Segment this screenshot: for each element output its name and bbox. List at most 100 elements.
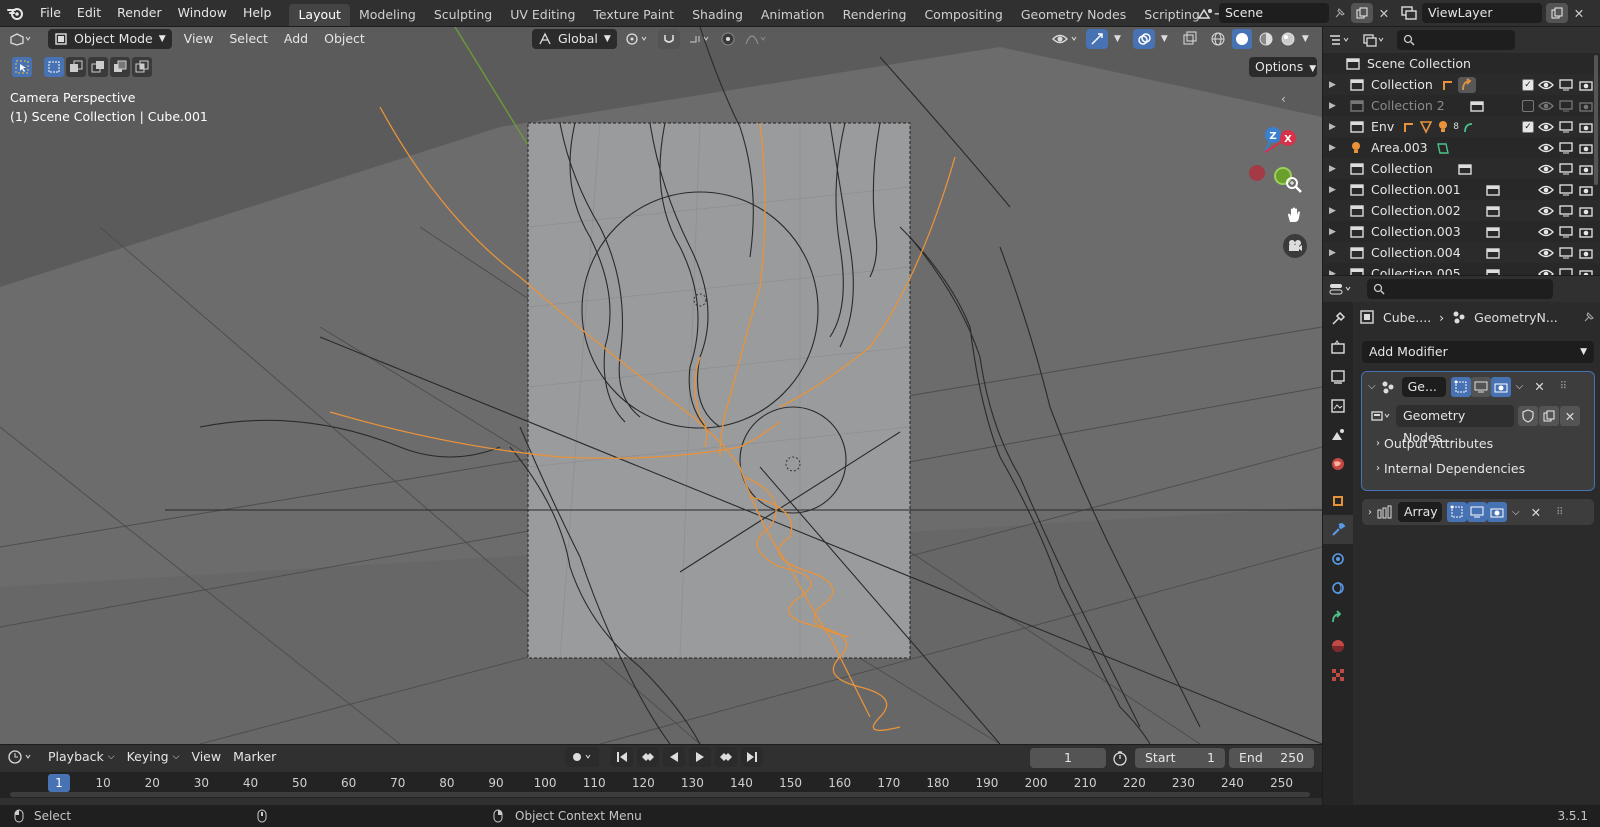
select-new-icon[interactable] — [44, 57, 64, 77]
drag-handle-icon[interactable]: ⠿ — [1556, 507, 1563, 518]
tab-texture-paint[interactable]: Texture Paint — [584, 4, 683, 26]
collapse-sidebar-icon[interactable]: ‹ — [1281, 92, 1301, 106]
modifiers-tab-icon[interactable] — [1323, 515, 1353, 544]
timeline-menu-marker[interactable]: Marker — [227, 747, 282, 767]
current-frame-field[interactable]: 1 — [1030, 748, 1106, 768]
expand-arrow-icon[interactable]: ▶ — [1329, 164, 1349, 174]
record-keyframe-icon[interactable] — [565, 747, 599, 767]
timeline-ruler[interactable]: 1 10 20 30 40 50 60 70 80 90 100 110 120 130 140 150 16… — [0, 772, 1322, 798]
camera-view-icon[interactable] — [1283, 234, 1307, 258]
select-tool-icon[interactable] — [12, 57, 32, 77]
properties-search-input[interactable] — [1367, 279, 1553, 299]
play-icon[interactable] — [689, 747, 711, 767]
monitor-icon[interactable] — [1558, 267, 1574, 275]
timeline-menu-view[interactable]: View — [185, 747, 227, 767]
tool-tab-icon[interactable] — [1323, 304, 1353, 333]
overlays-toggle-icon[interactable] — [1132, 29, 1155, 49]
scene-icon[interactable] — [1193, 6, 1219, 20]
shading-dropdown-icon[interactable]: ▼ — [1302, 34, 1309, 44]
solid-shading-icon[interactable] — [1231, 29, 1252, 49]
tab-uv-editing[interactable]: UV Editing — [501, 4, 584, 26]
outliner-scrollbar[interactable] — [1594, 55, 1598, 185]
monitor-icon[interactable] — [1558, 141, 1574, 154]
gizmo-dropdown-icon[interactable]: ▼ — [1114, 34, 1121, 44]
array-name-field[interactable]: Array — [1398, 502, 1442, 522]
outliner-item[interactable]: ▶ Collection — [1323, 158, 1600, 179]
mode-selector[interactable]: Object Mode ▼ — [48, 29, 172, 49]
menu-file[interactable]: File — [32, 0, 69, 26]
outliner-root[interactable]: Scene Collection — [1323, 53, 1600, 74]
eye-icon[interactable] — [1538, 247, 1554, 259]
expand-arrow-icon[interactable]: ▶ — [1329, 143, 1349, 153]
options-dropdown[interactable]: Options ▼ — [1249, 57, 1317, 77]
camera-render-icon[interactable] — [1578, 184, 1594, 196]
monitor-icon[interactable] — [1558, 162, 1574, 175]
physics-tab-icon[interactable] — [1323, 573, 1353, 602]
expand-arrow-icon[interactable]: ▶ — [1329, 269, 1349, 276]
overlays-dropdown-icon[interactable]: ▼ — [1161, 34, 1168, 44]
texture-tab-icon[interactable] — [1323, 660, 1353, 689]
object-data-tab-icon[interactable] — [1323, 602, 1353, 631]
zoom-icon[interactable] — [1283, 174, 1305, 196]
tab-shading[interactable]: Shading — [683, 4, 752, 26]
transform-orientation-selector[interactable]: Global ▼ — [532, 29, 617, 49]
render-toggle-icon[interactable] — [1490, 376, 1511, 397]
viewport-menu-view[interactable]: View — [178, 29, 220, 49]
expand-arrow-icon[interactable]: ▶ — [1329, 227, 1349, 237]
camera-render-icon[interactable] — [1578, 247, 1594, 259]
outliner-item[interactable]: ▶ Collection.004 — [1323, 242, 1600, 263]
node-tree-icon[interactable] — [1370, 409, 1392, 423]
render-tab-icon[interactable] — [1323, 333, 1353, 362]
start-frame-field[interactable]: Start 1 — [1135, 748, 1225, 768]
material-tab-icon[interactable] — [1323, 631, 1353, 660]
timeline-menu-keying[interactable]: Keying ⌵ — [121, 747, 186, 767]
jump-to-end-icon[interactable] — [741, 747, 763, 767]
eye-icon[interactable] — [1538, 79, 1554, 91]
rendered-shading-icon[interactable] — [1280, 31, 1296, 47]
end-frame-field[interactable]: End 250 — [1229, 748, 1314, 768]
camera-render-icon[interactable] — [1578, 142, 1594, 154]
camera-render-icon[interactable] — [1578, 226, 1594, 238]
falloff-icon[interactable] — [744, 32, 768, 46]
output-attributes-subpanel[interactable]: › Output Attributes — [1362, 431, 1594, 456]
tab-layout[interactable]: Layout — [289, 4, 350, 26]
menu-render[interactable]: Render — [109, 0, 170, 26]
node-group-field[interactable]: Geometry Nodes... — [1396, 405, 1514, 445]
camera-render-icon[interactable] — [1578, 121, 1594, 133]
modifier-menu-icon[interactable]: ⌵ — [1516, 381, 1524, 392]
modifier-menu-icon[interactable]: ⌵ — [1512, 507, 1520, 518]
select-invert-icon[interactable] — [110, 57, 130, 77]
pivot-point-icon[interactable] — [624, 31, 650, 47]
jump-to-keyframe-forward-icon[interactable] — [715, 747, 737, 767]
snap-icon[interactable] — [658, 29, 680, 49]
select-subtract-icon[interactable] — [88, 57, 108, 77]
menu-edit[interactable]: Edit — [69, 0, 109, 26]
scene-selector[interactable]: Scene — [1219, 3, 1329, 23]
camera-render-icon[interactable] — [1578, 163, 1594, 175]
expand-modifier-icon[interactable]: › — [1368, 507, 1372, 518]
remove-modifier-icon[interactable]: ✕ — [1534, 379, 1544, 394]
blender-logo-icon[interactable] — [0, 0, 32, 26]
3d-viewport[interactable]: Object Mode ▼ View Select Add Object Global ▼… — [0, 27, 1322, 744]
viewport-menu-object[interactable]: Object — [318, 29, 371, 49]
eye-icon[interactable] — [1538, 163, 1554, 175]
monitor-icon[interactable] — [1558, 246, 1574, 259]
expand-arrow-icon[interactable]: ▶ — [1329, 185, 1349, 195]
pin-icon[interactable] — [1583, 311, 1595, 323]
outliner-editor-type-icon[interactable] — [1323, 33, 1357, 47]
editor-type-icon[interactable] — [0, 32, 40, 46]
jump-to-start-icon[interactable] — [611, 747, 633, 767]
internal-dependencies-subpanel[interactable]: › Internal Dependencies — [1362, 456, 1594, 481]
xray-toggle-icon[interactable] — [1182, 31, 1198, 47]
modifier-name-field[interactable]: Ge... — [1401, 376, 1446, 397]
add-modifier-button[interactable]: Add Modifier ▼ — [1362, 341, 1594, 363]
timeline-menu-playback[interactable]: Playback ⌵ — [42, 747, 121, 767]
expand-arrow-icon[interactable]: ▶ — [1329, 122, 1349, 132]
drag-handle-icon[interactable]: ⠿ — [1560, 381, 1567, 392]
world-tab-icon[interactable] — [1323, 449, 1353, 478]
menu-window[interactable]: Window — [170, 0, 235, 26]
camera-render-icon[interactable] — [1578, 79, 1594, 91]
menu-help[interactable]: Help — [235, 0, 280, 26]
eye-icon[interactable] — [1538, 184, 1554, 196]
outliner-item[interactable]: ▶ Env 8 ✓ — [1323, 116, 1600, 137]
